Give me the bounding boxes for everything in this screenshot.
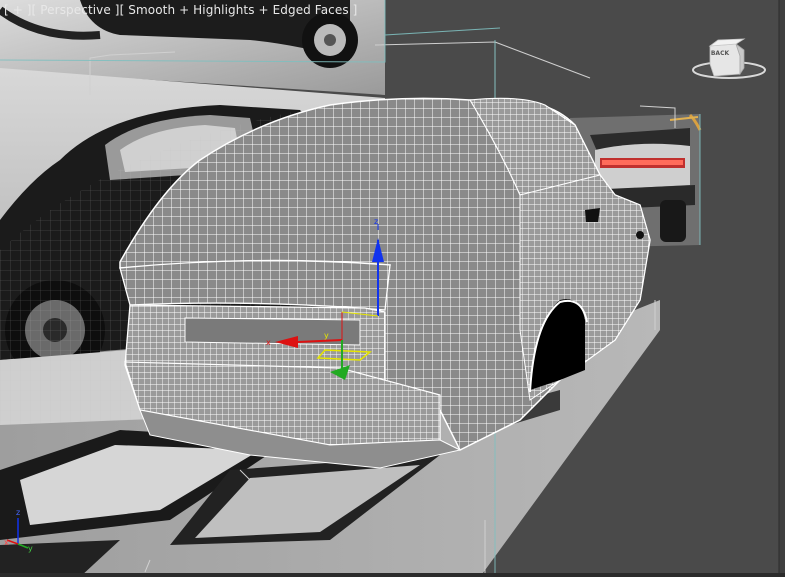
label-separator: ][ (110, 3, 129, 17)
label-separator: ][ (22, 3, 41, 17)
viewport-bottom-border (0, 573, 785, 577)
viewport-general-menu[interactable]: + (13, 3, 23, 17)
perspective-viewport[interactable]: z x y [ + ][ Perspective ][ Smooth + Hig… (0, 0, 785, 577)
svg-text:z: z (374, 217, 378, 226)
svg-text:x: x (266, 338, 271, 347)
axis-z-label: z (16, 508, 21, 517)
axis-tripod-icon: z x y (4, 508, 38, 554)
svg-text:y: y (324, 331, 329, 340)
viewport-point-of-view-menu[interactable]: Perspective (40, 3, 111, 17)
viewcube-face-label[interactable]: BACK (708, 50, 732, 57)
viewport-shading-menu[interactable]: Smooth + Highlights + Edged Faces (128, 3, 348, 17)
viewport-label-menu: [ + ][ Perspective ][ Smooth + Highlight… (4, 3, 357, 17)
viewcube-graphic (692, 38, 766, 79)
axis-y-label: y (28, 544, 33, 553)
axis-x-label: x (4, 538, 9, 547)
viewcube-icon[interactable]: BACK (692, 36, 766, 82)
label-open-bracket: [ (4, 3, 13, 17)
viewport-scene[interactable]: z x y (0, 0, 785, 577)
label-close-bracket: ] (348, 3, 358, 17)
